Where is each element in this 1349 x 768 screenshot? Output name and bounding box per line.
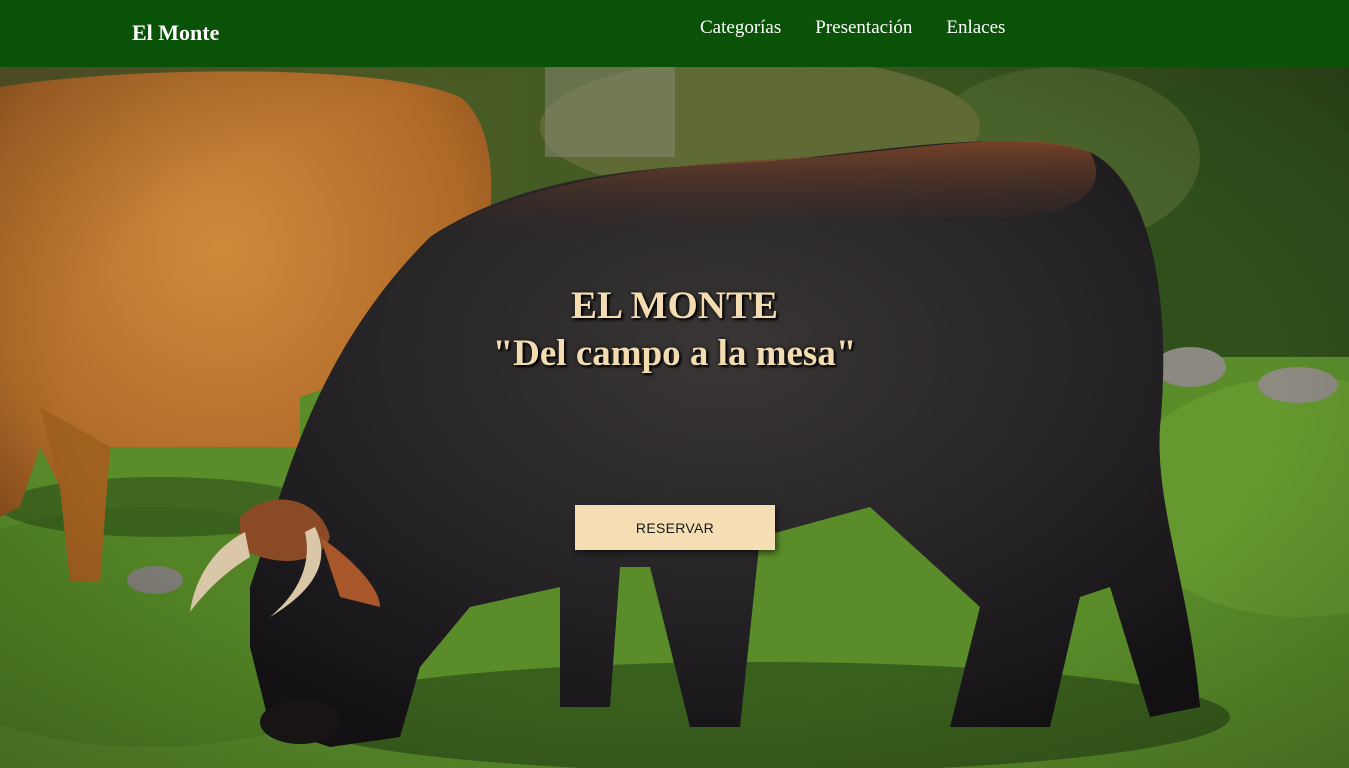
brand-logo[interactable]: El Monte bbox=[132, 20, 219, 46]
hero-section: EL MONTE "Del campo a la mesa" RESERVAR bbox=[0, 67, 1349, 768]
nav-link-categorias[interactable]: Categorías bbox=[700, 17, 781, 39]
nav-links: Categorías Presentación Enlaces bbox=[700, 17, 1005, 39]
hero-subtitle: "Del campo a la mesa" bbox=[492, 333, 857, 374]
page: El Monte Categorías Presentación Enlaces bbox=[0, 0, 1349, 768]
top-navbar: El Monte Categorías Presentación Enlaces bbox=[0, 0, 1349, 67]
nav-link-enlaces[interactable]: Enlaces bbox=[946, 17, 1005, 39]
reserve-button[interactable]: RESERVAR bbox=[575, 505, 775, 550]
hero-title: EL MONTE bbox=[571, 284, 778, 327]
nav-link-presentacion[interactable]: Presentación bbox=[815, 17, 912, 39]
hero-content: EL MONTE "Del campo a la mesa" RESERVAR bbox=[0, 67, 1349, 768]
